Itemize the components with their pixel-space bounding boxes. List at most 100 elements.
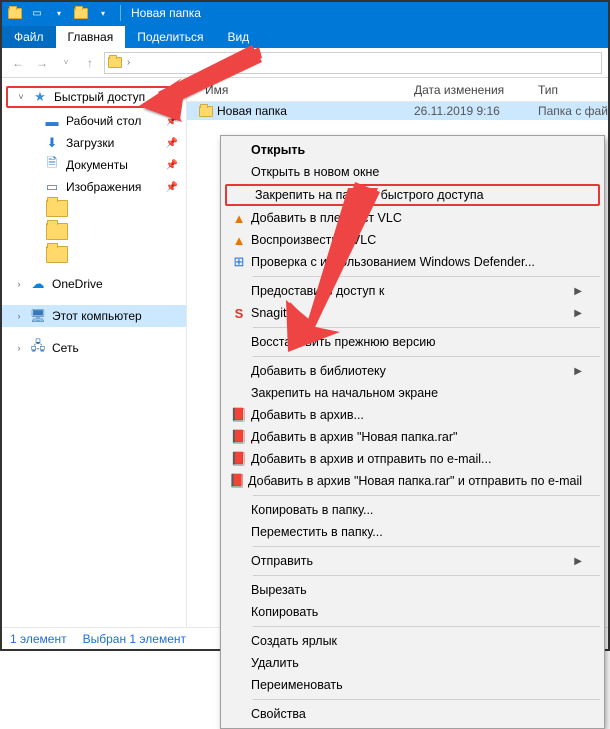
pin-icon: 📌 xyxy=(166,138,178,149)
file-row[interactable]: Новая папка 26.11.2019 9:16 Папка с фай xyxy=(187,102,608,120)
ctx-rar-add-named[interactable]: 📕Добавить в архив "Новая папка.rar" xyxy=(223,426,602,448)
ctx-cut[interactable]: Вырезать xyxy=(223,579,602,601)
chevron-right-icon: ▶ xyxy=(574,366,582,377)
vlc-icon: ▲ xyxy=(227,211,251,226)
ctx-send-to[interactable]: Отправить▶ xyxy=(223,550,602,572)
tree-downloads[interactable]: ⬇ Загрузки 📌 xyxy=(16,132,186,154)
shield-icon: ⊞ xyxy=(227,254,251,270)
ctx-separator xyxy=(253,575,600,576)
folder-icon xyxy=(195,106,217,117)
tree-label: Документы xyxy=(66,158,128,172)
ctx-move-to[interactable]: Переместить в папку... xyxy=(223,521,602,543)
ctx-open-new-window[interactable]: Открыть в новом окне xyxy=(223,161,602,183)
file-type: Папка с фай xyxy=(538,104,608,118)
cloud-icon: ☁ xyxy=(30,276,46,292)
ctx-share-access[interactable]: Предоставить доступ к▶ xyxy=(223,280,602,302)
tab-share[interactable]: Поделиться xyxy=(125,26,215,48)
ctx-pin-start[interactable]: Закрепить на начальном экране xyxy=(223,382,602,404)
ctx-copy-to[interactable]: Копировать в папку... xyxy=(223,499,602,521)
tree-label: OneDrive xyxy=(52,277,103,291)
tree-this-pc[interactable]: › 🖥 Этот компьютер xyxy=(2,305,186,327)
folder-icon xyxy=(5,3,25,23)
chevron-right-icon: ▶ xyxy=(574,556,582,567)
col-name[interactable]: Имя xyxy=(205,83,414,97)
ctx-add-library[interactable]: Добавить в библиотеку▶ xyxy=(223,360,602,382)
chevron-right-icon: ▶ xyxy=(574,286,582,297)
rar-icon: 📕 xyxy=(227,473,248,489)
document-icon: 🗎 xyxy=(44,157,60,173)
ctx-separator xyxy=(253,699,600,700)
tab-home[interactable]: Главная xyxy=(56,26,126,48)
ctx-separator xyxy=(253,327,600,328)
ctx-rar-add[interactable]: 📕Добавить в архив... xyxy=(223,404,602,426)
tree-quick-access[interactable]: ˅ ★ Быстрый доступ xyxy=(6,86,182,108)
ctx-rename[interactable]: Переименовать xyxy=(223,674,602,696)
address-bar[interactable]: › xyxy=(104,52,602,74)
nav-row: ← → ˅ ↑ › xyxy=(2,48,608,78)
qat-item[interactable]: ▭ xyxy=(27,3,47,23)
status-selection: Выбран 1 элемент xyxy=(83,632,186,646)
ctx-delete[interactable]: Удалить xyxy=(223,652,602,674)
caret-icon: › xyxy=(14,311,24,321)
tree-label: Изображения xyxy=(66,180,141,194)
ctx-separator xyxy=(253,276,600,277)
tree-network[interactable]: › 🖧 Сеть xyxy=(2,337,186,359)
tree-documents[interactable]: 🗎 Документы 📌 xyxy=(16,154,186,176)
tree-pictures[interactable]: ▭ Изображения 📌 xyxy=(16,176,186,198)
tree-label: Этот компьютер xyxy=(52,309,142,323)
quick-access-toolbar: ▭ ▾ ▾ xyxy=(2,3,116,23)
ctx-create-shortcut[interactable]: Создать ярлык xyxy=(223,630,602,652)
tree-onedrive[interactable]: › ☁ OneDrive xyxy=(2,273,186,295)
nav-back[interactable]: ← xyxy=(8,53,28,73)
ctx-properties[interactable]: Свойства xyxy=(223,703,602,725)
nav-recent[interactable]: ˅ xyxy=(56,53,76,73)
col-date[interactable]: Дата изменения xyxy=(414,83,538,97)
tree-label: Быстрый доступ xyxy=(54,90,145,104)
pinned-folder-1[interactable] xyxy=(46,200,68,217)
pinned-folder-2[interactable] xyxy=(46,223,68,240)
tree-label: Рабочий стол xyxy=(66,114,141,128)
vlc-icon: ▲ xyxy=(227,233,251,248)
qat-item-2[interactable] xyxy=(71,3,91,23)
qat-overflow[interactable]: ▾ xyxy=(93,3,113,23)
ctx-open[interactable]: Открыть xyxy=(223,139,602,161)
network-icon: 🖧 xyxy=(30,340,46,356)
columns-header: Имя Дата изменения Тип xyxy=(187,78,608,102)
nav-forward[interactable]: → xyxy=(32,53,52,73)
breadcrumb-sep: › xyxy=(127,57,130,68)
caret-icon: › xyxy=(14,343,24,353)
nav-up[interactable]: ↑ xyxy=(80,53,100,73)
pin-icon: 📌 xyxy=(166,160,178,171)
caret-icon: › xyxy=(14,279,24,289)
ctx-vlc-play[interactable]: ▲Воспроизвести в VLC xyxy=(223,229,602,251)
ctx-vlc-add[interactable]: ▲Добавить в плейлист VLC xyxy=(223,207,602,229)
ctx-separator xyxy=(253,356,600,357)
ctx-pin-quick-access[interactable]: Закрепить на панели быстрого доступа xyxy=(225,184,600,206)
ctx-separator xyxy=(253,546,600,547)
ctx-rar-email[interactable]: 📕Добавить в архив и отправить по e-mail.… xyxy=(223,448,602,470)
ctx-snagit[interactable]: SSnagit▶ xyxy=(223,302,602,324)
status-count: 1 элемент xyxy=(10,632,67,646)
pin-icon: 📌 xyxy=(166,116,178,127)
file-date: 26.11.2019 9:16 xyxy=(414,104,538,118)
pc-icon: 🖥 xyxy=(30,308,46,324)
tab-file[interactable]: Файл xyxy=(2,26,56,48)
ctx-copy[interactable]: Копировать xyxy=(223,601,602,623)
col-type[interactable]: Тип xyxy=(538,83,608,97)
ribbon-tabs: Файл Главная Поделиться Вид xyxy=(2,24,608,48)
tree-desktop[interactable]: ▬ Рабочий стол 📌 xyxy=(16,110,186,132)
ctx-restore[interactable]: Восстановить прежнюю версию xyxy=(223,331,602,353)
desktop-icon: ▬ xyxy=(44,113,60,129)
ctx-defender[interactable]: ⊞Проверка с использованием Windows Defen… xyxy=(223,251,602,273)
nav-tree: ˅ ★ Быстрый доступ ▬ Рабочий стол 📌 ⬇ За… xyxy=(2,78,187,630)
qat-dropdown[interactable]: ▾ xyxy=(49,3,69,23)
caret-icon: ˅ xyxy=(16,92,26,102)
rar-icon: 📕 xyxy=(227,407,251,423)
tab-view[interactable]: Вид xyxy=(215,26,261,48)
title-bar: ▭ ▾ ▾ Новая папка xyxy=(2,2,608,24)
download-icon: ⬇ xyxy=(44,135,60,151)
ctx-separator xyxy=(253,626,600,627)
pinned-folder-3[interactable] xyxy=(46,246,68,263)
ctx-rar-email-named[interactable]: 📕Добавить в архив "Новая папка.rar" и от… xyxy=(223,470,602,492)
context-menu: Открыть Открыть в новом окне Закрепить н… xyxy=(220,135,605,729)
